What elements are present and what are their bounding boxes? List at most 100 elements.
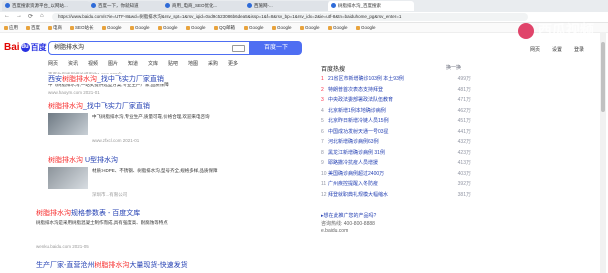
bookmark[interactable]: QQ邮箱: [214, 24, 235, 31]
tab-video[interactable]: 视频: [88, 60, 98, 67]
hot-heat: 423万: [457, 149, 471, 156]
bookmark[interactable]: Google: [186, 24, 206, 31]
result-url[interactable]: wenku.baidu.com 2021-05: [36, 244, 89, 249]
promo-link[interactable]: ▸想在此推广您的产品吗?: [321, 212, 376, 219]
bookmark[interactable]: Google: [300, 24, 320, 31]
bookmark[interactable]: Google: [244, 24, 264, 31]
favicon-icon: [247, 3, 252, 9]
bookmark[interactable]: Google: [328, 24, 348, 31]
bookmark[interactable]: Google: [272, 24, 292, 31]
hot-search-item[interactable]: 8 黑龙江新增确诊病例 31例 423万: [321, 149, 471, 159]
bookmark[interactable]: 百度: [26, 24, 40, 31]
bookmark[interactable]: Google: [102, 24, 122, 31]
forward-icon[interactable]: →: [16, 13, 22, 19]
hot-rank: 6: [321, 128, 324, 135]
search-input[interactable]: 树脂排水沟: [48, 41, 250, 55]
hot-text[interactable]: 河北新增确诊病例63例: [328, 139, 379, 145]
scrollbar-thumb[interactable]: [601, 42, 605, 112]
top-link[interactable]: 登录: [574, 46, 584, 53]
baidu-logo[interactable]: Bai du 百度: [4, 42, 47, 53]
hot-text[interactable]: 中央政法委部署政法队伍教育: [328, 97, 393, 103]
top-link[interactable]: 设置: [552, 46, 562, 53]
tab-map[interactable]: 地图: [188, 60, 198, 67]
reload-icon[interactable]: ⟳: [28, 13, 33, 20]
folder-icon: [48, 25, 52, 30]
hot-search-item[interactable]: 9 耶路撒冷抗疫人员增援 413万: [321, 159, 471, 169]
scrollbar[interactable]: [600, 32, 606, 273]
tab-wenku[interactable]: 文库: [148, 60, 158, 67]
play-logo-icon: [518, 23, 534, 40]
hot-search-item[interactable]: 10美国确诊病例超过2400万 403万: [321, 170, 471, 180]
tab-more[interactable]: 更多: [228, 60, 238, 67]
tab-zhidao[interactable]: 知道: [128, 60, 138, 67]
hot-text[interactable]: 拜登就职典礼规模大幅缩水: [328, 192, 388, 198]
hot-text[interactable]: 北京新增1例本地确诊病例: [328, 108, 386, 114]
result-title[interactable]: 西安树脂排水沟_找中飞实力厂家直销: [48, 74, 164, 84]
hot-search-item[interactable]: 2 特朗普首次表态支持拜登 481万: [321, 86, 471, 96]
tab-caigou[interactable]: 采购: [208, 60, 218, 67]
hot-search-item[interactable]: 4 北京新增1例本地确诊病例 462万: [321, 107, 471, 117]
result-title[interactable]: 树脂排水沟规格参数表 - 百度文库: [36, 208, 140, 218]
hot-heat: 441万: [457, 128, 471, 135]
tab-label: 树脂排水沟_百度搜索: [338, 3, 382, 8]
hot-heat: 413万: [457, 160, 471, 166]
highlight: 树脂排水沟: [94, 262, 130, 269]
result-title[interactable]: 树脂排水沟 U型排水沟: [48, 155, 118, 165]
result-title[interactable]: 生产厂家-直营沧州树脂排水沟大量现货-快速发货: [36, 260, 188, 270]
hot-rank: 5: [321, 118, 324, 124]
result-thumbnail[interactable]: [48, 113, 88, 135]
result-url[interactable]: 深圳市...有限公司: [92, 192, 127, 198]
hot-search-item[interactable]: 11 广州疾控提醒入冬防疫 392万: [321, 180, 471, 190]
hot-search-item[interactable]: 3 中央政法委部署政法队伍教育 471万: [321, 96, 471, 106]
favicon-icon: [165, 3, 170, 9]
result-title[interactable]: 树脂排水沟_找中飞实力厂家直销: [48, 101, 150, 111]
hot-text[interactable]: 耶路撒冷抗疫人员增援: [328, 160, 378, 166]
browser-tab[interactable]: 商用_电商_SEO优化...: [162, 1, 246, 11]
browser-tab[interactable]: 百度搜索资源平台_以网站...: [2, 1, 90, 11]
hot-text[interactable]: 广州疾控提醒入冬防疫: [328, 181, 378, 187]
browser-tab-active[interactable]: 树脂排水沟_百度搜索: [328, 1, 414, 11]
hot-heat: 471万: [457, 97, 471, 103]
tab-label: 商用_电商_SEO优化...: [172, 3, 218, 8]
bookmark[interactable]: Google: [130, 24, 150, 31]
tab-web[interactable]: 网页: [48, 60, 58, 67]
bookmark[interactable]: Google: [158, 24, 178, 31]
browser-tab[interactable]: 西施网-...: [244, 1, 330, 11]
promo-site[interactable]: e.baidu.com: [321, 228, 348, 234]
result-url[interactable]: www.haoym.com 2021-01: [48, 90, 100, 95]
hot-search-item[interactable]: 12拜登就职典礼规模大幅缩水 381万: [321, 191, 471, 201]
bookmark[interactable]: SEO站长: [70, 24, 94, 31]
tab-label: 西施网-...: [254, 3, 273, 8]
bookmark[interactable]: Google: [356, 24, 376, 31]
url-input[interactable]: https://www.baidu.com/s?ie=UTF-8&wd=树脂排水…: [52, 13, 528, 21]
tab-tieba[interactable]: 贴吧: [168, 60, 178, 67]
result-url[interactable]: www.zfxcl.com 2021-01: [92, 138, 139, 143]
bookmarks-bar: 应用 百度 电商 SEO站长 Google Google Google Goog…: [0, 23, 608, 33]
tab-bar: 百度搜索资源平台_以网站... 百度一下，你就知道 商用_电商_SEO优化...…: [0, 0, 608, 12]
tab-images[interactable]: 图片: [108, 60, 118, 67]
refresh-button[interactable]: 换一换: [446, 64, 461, 71]
hot-search-item[interactable]: 6 中国成功发射天通一号03星 441万: [321, 128, 471, 138]
camera-icon[interactable]: [232, 45, 245, 52]
bookmark[interactable]: 电商: [48, 24, 62, 31]
tab-news[interactable]: 资讯: [68, 60, 78, 67]
hot-search-item[interactable]: 5 北京昨日新增冷链人员15例 451万: [321, 117, 471, 127]
hot-text[interactable]: 特朗普首次表态支持拜登: [328, 87, 383, 93]
hot-text[interactable]: 黑龙江新增确诊病例 31例: [328, 150, 385, 156]
hot-rank: 12: [321, 191, 327, 198]
browser-tab[interactable]: 百度一下，你就知道: [88, 1, 164, 11]
bookmark[interactable]: 应用: [4, 24, 18, 31]
hot-search-item[interactable]: 7 河北新增确诊病例63例 432万: [321, 138, 471, 148]
hot-text[interactable]: 21省区市新增确诊103例 本土93例: [328, 76, 404, 82]
hot-text[interactable]: 北京昨日新增冷链人员15例: [328, 118, 389, 124]
hot-text[interactable]: 美国确诊病例超过2400万: [328, 171, 384, 177]
back-icon[interactable]: ←: [4, 13, 10, 19]
top-link[interactable]: 网页: [530, 46, 540, 53]
hot-heat: 381万: [457, 191, 471, 198]
home-icon[interactable]: ⌂: [40, 13, 44, 19]
search-button[interactable]: 百度一下: [250, 41, 302, 55]
hot-search-item[interactable]: 1 21省区市新增确诊103例 本土93例 499万: [321, 75, 471, 85]
favicon-icon: [91, 3, 96, 9]
hot-text[interactable]: 中国成功发射天通一号03星: [328, 129, 389, 135]
result-thumbnail[interactable]: [48, 167, 88, 189]
